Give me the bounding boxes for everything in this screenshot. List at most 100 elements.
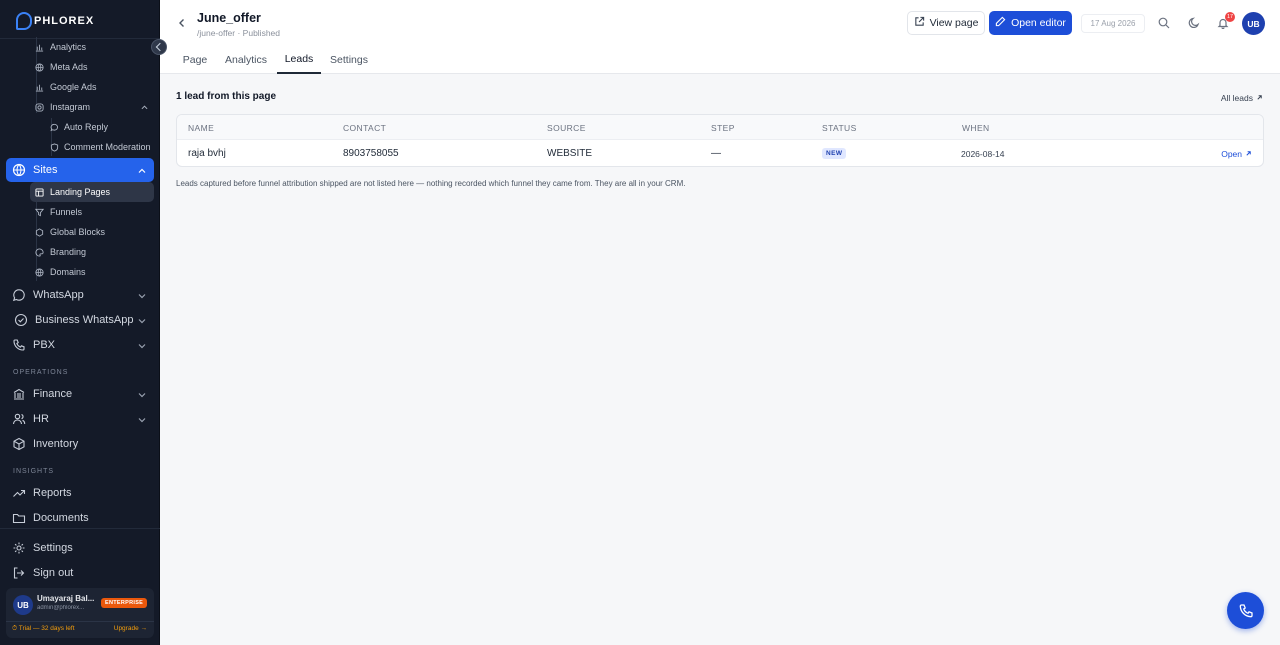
layout-icon xyxy=(35,187,44,197)
moon-icon xyxy=(1188,17,1200,29)
open-editor-label: Open editor xyxy=(1011,17,1066,29)
theme-toggle-button[interactable] xyxy=(1187,16,1201,30)
sidebar-item-label: Auto Reply xyxy=(64,122,109,132)
phone-icon xyxy=(1239,603,1253,617)
globe-icon xyxy=(35,267,44,277)
globe-icon xyxy=(12,163,26,177)
upgrade-link[interactable]: Upgrade → xyxy=(114,625,147,632)
gear-icon xyxy=(12,541,26,555)
sidebar-item-hr[interactable]: HR xyxy=(6,407,154,431)
view-page-label: View page xyxy=(929,17,979,29)
chevron-down-icon xyxy=(138,415,146,423)
sidebar-item-inventory[interactable]: Inventory xyxy=(6,432,154,456)
tab-analytics[interactable]: Analytics xyxy=(222,46,270,74)
tab-leads[interactable]: Leads xyxy=(277,46,321,74)
section-label-operations: OPERATIONS xyxy=(13,369,69,376)
sidebar-item-label: Business WhatsApp xyxy=(35,314,134,326)
tab-settings[interactable]: Settings xyxy=(327,46,371,74)
call-fab-button[interactable] xyxy=(1227,592,1264,629)
open-lead-link[interactable]: Open xyxy=(1221,149,1252,159)
open-editor-button[interactable]: Open editor xyxy=(989,11,1072,35)
back-button[interactable] xyxy=(176,16,188,30)
sidebar-item-sites[interactable]: Sites xyxy=(6,158,154,182)
sidebar-item-label: Sign out xyxy=(33,567,74,579)
arrow-up-right-icon xyxy=(1256,93,1263,103)
chevron-down-icon xyxy=(138,316,146,324)
bar-chart-icon xyxy=(35,43,44,52)
page-title: June_offer xyxy=(197,11,261,25)
chevron-left-icon xyxy=(179,19,184,27)
sidebar-item-finance[interactable]: Finance xyxy=(6,382,154,406)
status-badge: NEW xyxy=(822,148,847,159)
sidebar-item-meta-ads[interactable]: Meta Ads xyxy=(30,57,154,77)
sidebar-item-branding[interactable]: Branding xyxy=(30,242,154,262)
external-link-icon xyxy=(914,16,925,30)
funnel-icon xyxy=(35,208,44,217)
leads-table: NAME CONTACT SOURCE STEP STATUS WHEN raj… xyxy=(176,114,1264,167)
sidebar-item-label: Domains xyxy=(50,267,86,277)
sidebar-item-settings[interactable]: Settings xyxy=(6,536,154,560)
chevron-up-icon xyxy=(138,166,146,174)
check-circle-icon xyxy=(14,313,28,327)
palette-icon xyxy=(35,247,44,257)
sidebar-item-analytics[interactable]: Analytics xyxy=(30,37,154,57)
open-lead-label: Open xyxy=(1221,149,1242,159)
sidebar-item-whatsapp[interactable]: WhatsApp xyxy=(6,283,154,307)
sidebar-item-label: Reports xyxy=(33,487,72,499)
sidebar-item-pbx[interactable]: PBX xyxy=(6,333,154,357)
sidebar-item-instagram[interactable]: Instagram xyxy=(30,97,154,117)
lead-step: — xyxy=(711,148,721,159)
avatar: UB xyxy=(13,595,33,615)
shield-icon xyxy=(50,142,59,152)
sidebar-item-label: Inventory xyxy=(33,438,79,450)
sidebar-item-business-whatsapp[interactable]: Business WhatsApp xyxy=(6,308,154,332)
sidebar-item-reports[interactable]: Reports xyxy=(6,481,154,505)
blocks-icon xyxy=(35,227,44,237)
whatsapp-icon xyxy=(12,288,26,302)
column-header-when: WHEN xyxy=(962,123,990,133)
sidebar-item-label: WhatsApp xyxy=(33,289,84,301)
sidebar-item-auto-reply[interactable]: Auto Reply xyxy=(45,117,155,137)
brand-logo[interactable]: PHLOREX xyxy=(16,10,94,32)
view-page-button[interactable]: View page xyxy=(907,11,985,35)
box-icon xyxy=(12,437,26,451)
table-header: NAME CONTACT SOURCE STEP STATUS WHEN xyxy=(177,115,1263,140)
sidebar-item-google-ads[interactable]: Google Ads xyxy=(30,77,154,97)
chevron-down-icon xyxy=(138,341,146,349)
sidebar-item-domains[interactable]: Domains xyxy=(30,262,154,282)
user-avatar-button[interactable]: UB xyxy=(1242,12,1265,35)
tab-page[interactable]: Page xyxy=(178,46,212,74)
sidebar-item-label: Sites xyxy=(33,164,58,176)
user-name: Umayaraj Bal... xyxy=(37,594,95,603)
sidebar-item-label: Settings xyxy=(33,542,73,554)
sidebar-item-label: Instagram xyxy=(50,102,91,112)
column-header-contact: CONTACT xyxy=(343,123,387,133)
phone-icon xyxy=(12,338,26,352)
notification-count-badge: 17 xyxy=(1225,12,1235,22)
sidebar-item-label: Branding xyxy=(50,247,87,257)
all-leads-link[interactable]: All leads xyxy=(1221,93,1263,103)
sidebar-divider xyxy=(0,528,160,529)
sidebar-item-global-blocks[interactable]: Global Blocks xyxy=(30,222,154,242)
column-header-source: SOURCE xyxy=(547,123,586,133)
sidebar-item-documents[interactable]: Documents xyxy=(6,506,154,530)
user-card[interactable]: UB Umayaraj Bal... admin@phlorex... ENTE… xyxy=(6,588,154,638)
lead-when: 2026-08-14 xyxy=(961,149,1005,159)
search-button[interactable] xyxy=(1157,16,1171,30)
column-header-step: STEP xyxy=(711,123,735,133)
sidebar-item-label: HR xyxy=(33,413,49,425)
sidebar-item-comment-moderation[interactable]: Comment Moderation xyxy=(45,137,155,157)
leads-footnote: Leads captured before funnel attribution… xyxy=(176,179,686,188)
section-label-insights: INSIGHTS xyxy=(13,468,55,475)
sidebar-item-label: Global Blocks xyxy=(50,227,106,237)
card-divider xyxy=(6,621,154,622)
sidebar-item-funnels[interactable]: Funnels xyxy=(30,202,154,222)
chevron-up-icon xyxy=(141,103,148,113)
sidebar-collapse-button[interactable] xyxy=(151,39,167,55)
sidebar-item-landing-pages[interactable]: Landing Pages xyxy=(30,182,154,202)
sidebar-item-label: Analytics xyxy=(50,42,87,52)
instagram-icon xyxy=(35,102,44,112)
bank-icon xyxy=(12,387,26,401)
sidebar-item-sign-out[interactable]: Sign out xyxy=(6,561,154,585)
trial-status: ⏱ Trial — 32 days left xyxy=(12,625,75,632)
